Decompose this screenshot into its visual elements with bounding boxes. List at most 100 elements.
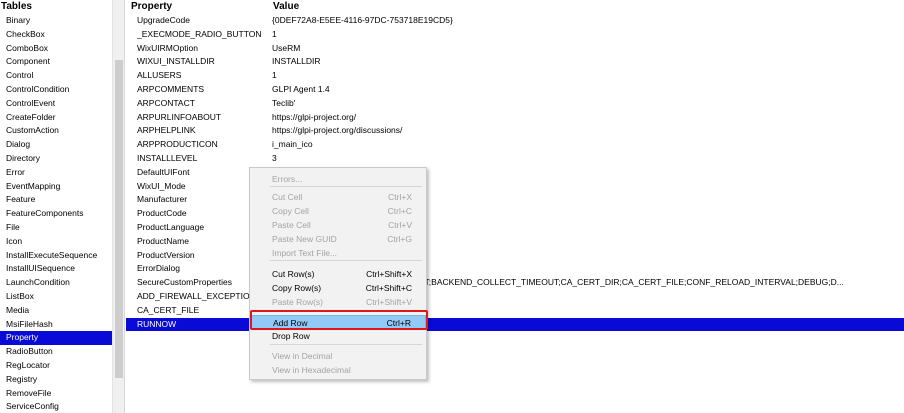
table-item[interactable]: Icon <box>0 235 112 249</box>
menu-item-errors[interactable]: Errors... <box>250 172 426 186</box>
property-cell[interactable]: SecureCustomProperties <box>137 276 267 290</box>
table-item[interactable]: CheckBox <box>0 28 112 42</box>
value-cell[interactable]: 1 <box>272 28 904 42</box>
table-item[interactable]: ControlEvent <box>0 97 112 111</box>
table-row[interactable]: WixUI_Mode <box>126 180 904 194</box>
table-row[interactable]: _EXECMODE_RADIO_BUTTON 1 <box>126 28 904 42</box>
table-item[interactable]: RadioButton <box>0 345 112 359</box>
table-item[interactable]: MsiFileHash <box>0 318 112 332</box>
table-item[interactable]: Control <box>0 69 112 83</box>
value-cell[interactable]: https://glpi-project.org/discussions/ <box>272 124 904 138</box>
table-row[interactable]: INSTALLLEVEL 3 <box>126 152 904 166</box>
table-item[interactable]: CustomAction <box>0 124 112 138</box>
value-cell[interactable]: Teclib' <box>272 97 904 111</box>
table-item[interactable]: ComboBox <box>0 42 112 56</box>
property-cell[interactable]: WixUI_Mode <box>137 180 267 194</box>
property-cell[interactable]: WixUIRMOption <box>137 42 267 56</box>
table-item[interactable]: Error <box>0 166 112 180</box>
table-item[interactable]: CreateFolder <box>0 111 112 125</box>
menu-item-copy-cell[interactable]: Copy Cell Ctrl+C <box>250 204 426 218</box>
property-cell[interactable]: ARPHELPLINK <box>137 124 267 138</box>
value-cell[interactable]: 3 <box>272 152 904 166</box>
value-cell[interactable]: https://glpi-project.org/ <box>272 111 904 125</box>
table-row[interactable]: RUNNOW <box>126 317 904 332</box>
table-item[interactable]: EventMapping <box>0 180 112 194</box>
table-row[interactable]: CA_CERT_FILE <box>126 304 904 318</box>
property-cell[interactable]: UpgradeCode <box>137 14 267 28</box>
property-cell[interactable]: _EXECMODE_RADIO_BUTTON <box>137 28 267 42</box>
table-item[interactable]: ListBox <box>0 290 112 304</box>
menu-item-view-in-hexadecimal[interactable]: View in Hexadecimal <box>250 363 426 377</box>
table-row[interactable]: ErrorDialog <box>126 262 904 276</box>
property-cell[interactable]: ARPCOMMENTS <box>137 83 267 97</box>
table-item[interactable]: Registry <box>0 373 112 387</box>
value-cell[interactable]: GLPI Agent 1.4 <box>272 83 904 97</box>
column-header-property[interactable]: Property <box>131 0 172 14</box>
value-cell[interactable]: INSTALLDIR <box>272 55 904 69</box>
menu-item-drop-row[interactable]: Drop Row <box>250 329 426 343</box>
table-item[interactable]: ControlCondition <box>0 83 112 97</box>
table-item[interactable]: Dialog <box>0 138 112 152</box>
menu-item-import-text-file[interactable]: Import Text File... <box>250 246 426 260</box>
table-item[interactable]: LaunchCondition <box>0 276 112 290</box>
property-cell[interactable]: ProductLanguage <box>137 221 267 235</box>
value-cell[interactable]: UseRM <box>272 42 904 56</box>
menu-item-view-in-decimal[interactable]: View in Decimal <box>250 349 426 363</box>
table-row[interactable]: ProductVersion <box>126 249 904 263</box>
table-row[interactable]: Manufacturer <box>126 193 904 207</box>
value-cell[interactable]: {0DEF72A8-E5EE-4116-97DC-753718E19CD5} <box>272 14 904 28</box>
property-cell[interactable]: ADD_FIREWALL_EXCEPTION <box>137 290 267 304</box>
menu-item-cut-row-s[interactable]: Cut Row(s) Ctrl+Shift+X <box>250 267 426 281</box>
table-item[interactable]: Component <box>0 55 112 69</box>
property-cell[interactable]: Manufacturer <box>137 193 267 207</box>
property-cell[interactable]: ARPPRODUCTICON <box>137 138 267 152</box>
property-cell[interactable]: INSTALLLEVEL <box>137 152 267 166</box>
value-cell[interactable]: i_main_ico <box>272 138 904 152</box>
menu-item-paste-new-guid[interactable]: Paste New GUID Ctrl+G <box>250 232 426 246</box>
property-cell[interactable]: ARPURLINFOABOUT <box>137 111 267 125</box>
table-row[interactable]: ProductName <box>126 235 904 249</box>
table-item[interactable]: Binary <box>0 14 112 28</box>
table-row[interactable]: ARPHELPLINK https://glpi-project.org/disc… <box>126 124 904 138</box>
column-header-value[interactable]: Value <box>273 0 299 14</box>
table-item[interactable]: Feature <box>0 193 112 207</box>
table-item[interactable]: FeatureComponents <box>0 207 112 221</box>
table-row[interactable]: WIXUI_INSTALLDIR INSTALLDIR <box>126 55 904 69</box>
table-row[interactable]: ProductLanguage <box>126 221 904 235</box>
property-cell[interactable]: ProductVersion <box>137 249 267 263</box>
table-row[interactable]: DefaultUIFont <box>126 166 904 180</box>
table-item[interactable]: Property <box>0 331 112 346</box>
table-row[interactable]: WixUIRMOption UseRM <box>126 42 904 56</box>
table-row[interactable]: ARPURLINFOABOUT https://glpi-project.org/ <box>126 111 904 125</box>
table-item[interactable]: Media <box>0 304 112 318</box>
table-item[interactable]: InstallUISequence <box>0 262 112 276</box>
table-row[interactable]: ProductCode <box>126 207 904 221</box>
table-row[interactable]: SecureCustomProperties L_EXCEPTION;ADDITI… <box>126 276 904 290</box>
table-row[interactable]: UpgradeCode {0DEF72A8-E5EE-4116-97DC-7537… <box>126 14 904 28</box>
property-cell[interactable]: DefaultUIFont <box>137 166 267 180</box>
property-cell[interactable]: ProductCode <box>137 207 267 221</box>
table-item[interactable]: ServiceConfig <box>0 400 112 413</box>
property-cell[interactable]: ARPCONTACT <box>137 97 267 111</box>
table-item[interactable]: File <box>0 221 112 235</box>
table-item[interactable]: InstallExecuteSequence <box>0 249 112 263</box>
tables-scrollbar[interactable] <box>112 0 124 413</box>
menu-item-cut-cell[interactable]: Cut Cell Ctrl+X <box>250 190 426 204</box>
table-row[interactable]: ADD_FIREWALL_EXCEPTION <box>126 290 904 304</box>
property-cell[interactable]: CA_CERT_FILE <box>137 304 267 318</box>
property-cell[interactable]: RUNNOW <box>137 318 267 332</box>
table-row[interactable]: ARPPRODUCTICON i_main_ico <box>126 138 904 152</box>
property-cell[interactable]: ProductName <box>137 235 267 249</box>
menu-item-copy-row-s[interactable]: Copy Row(s) Ctrl+Shift+C <box>250 281 426 295</box>
table-row[interactable]: ARPCONTACT Teclib' <box>126 97 904 111</box>
table-item[interactable]: RemoveFile <box>0 387 112 401</box>
value-cell[interactable]: 1 <box>272 69 904 83</box>
menu-item-paste-row-s[interactable]: Paste Row(s) Ctrl+Shift+V <box>250 295 426 309</box>
table-item[interactable]: RegLocator <box>0 359 112 373</box>
property-cell[interactable]: ErrorDialog <box>137 262 267 276</box>
menu-item-paste-cell[interactable]: Paste Cell Ctrl+V <box>250 218 426 232</box>
table-row[interactable]: ALLUSERS 1 <box>126 69 904 83</box>
table-row[interactable]: ARPCOMMENTS GLPI Agent 1.4 <box>126 83 904 97</box>
scroll-thumb[interactable] <box>115 60 123 378</box>
table-item[interactable]: Directory <box>0 152 112 166</box>
